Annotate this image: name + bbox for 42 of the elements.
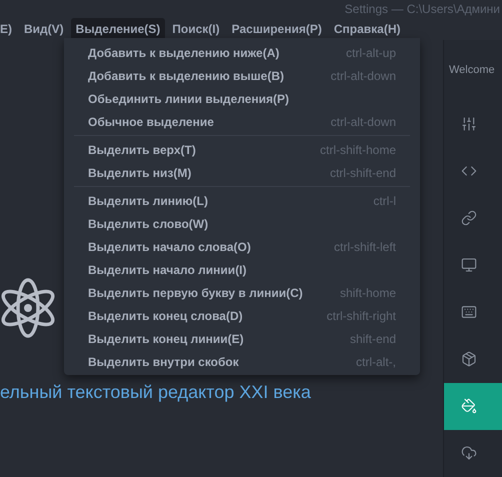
menu-bar-item[interactable]: Поиск(I) — [167, 18, 225, 40]
paint-bucket-icon — [461, 398, 477, 414]
shortcut-text: ctrl-l — [373, 194, 396, 208]
box-icon — [461, 351, 477, 368]
menu-bar-item[interactable]: Выделение(S) — [70, 18, 166, 40]
menu-item[interactable]: Выделить конец линии(E) — [88, 332, 244, 346]
menu-item[interactable]: Выделить низ(M) — [88, 166, 192, 180]
menu-item[interactable]: Добавить к выделению ниже(A) — [88, 46, 280, 60]
menu-item[interactable]: Выделить линию(L) — [88, 194, 208, 208]
menu-item[interactable]: Выделить верх(T) — [88, 142, 196, 156]
window-title: Settings — C:\Users\Админи — [344, 2, 500, 16]
menu-item[interactable]: Выделить конец слова(D) — [88, 308, 243, 322]
menu-item[interactable]: Выделить внутри скобок — [88, 354, 239, 368]
shortcut-text: ctrl-shift-home — [320, 142, 396, 156]
menu-bar-item[interactable]: E) — [0, 18, 17, 40]
menu-item[interactable]: Выделить начало слова(O) — [88, 240, 251, 254]
tagline: ельный текстовый редактор XXI века — [0, 382, 312, 403]
shortcut-text: shift-home — [340, 286, 396, 300]
welcome-tab[interactable]: Welcome — [444, 40, 502, 100]
shortcut-text: ctrl-shift-end — [330, 166, 396, 180]
menu-item[interactable]: Обьединить линии выделения(P) — [88, 92, 290, 106]
shortcut-text: ctrl-alt-down — [330, 114, 396, 128]
menu-item[interactable]: Выделить первую букву в линии(C) — [88, 286, 303, 300]
shortcut-text: ctrl-alt-up — [346, 46, 396, 60]
menu-item[interactable]: Выделить начало линии(I) — [88, 262, 247, 276]
menu-item[interactable]: Обычное выделение — [88, 114, 214, 128]
shortcut-text: ctrl-alt-, — [356, 354, 396, 368]
menu-bar-item[interactable]: Вид(V) — [19, 18, 69, 40]
keyboard-icon — [461, 304, 477, 320]
cloud-download-icon — [461, 445, 477, 462]
menu-bar-item[interactable]: Расширения(P) — [226, 18, 327, 40]
shortcut-text: shift-end — [350, 332, 396, 346]
shortcut-text: ctrl-shift-left — [334, 240, 396, 254]
sliders-icon — [461, 116, 477, 132]
link-icon — [461, 210, 477, 226]
settings-nav-item[interactable] — [444, 382, 502, 430]
menu-bar-item[interactable]: Справка(H) — [328, 18, 406, 40]
shortcut-text: ctrl-alt-down — [330, 68, 396, 82]
menu-item[interactable]: Добавить к выделению выше(B) — [88, 68, 284, 82]
menu-item[interactable]: Выделить слово(W) — [88, 216, 208, 230]
monitor-icon — [461, 257, 477, 274]
shortcut-text: ctrl-shift-right — [326, 308, 396, 322]
